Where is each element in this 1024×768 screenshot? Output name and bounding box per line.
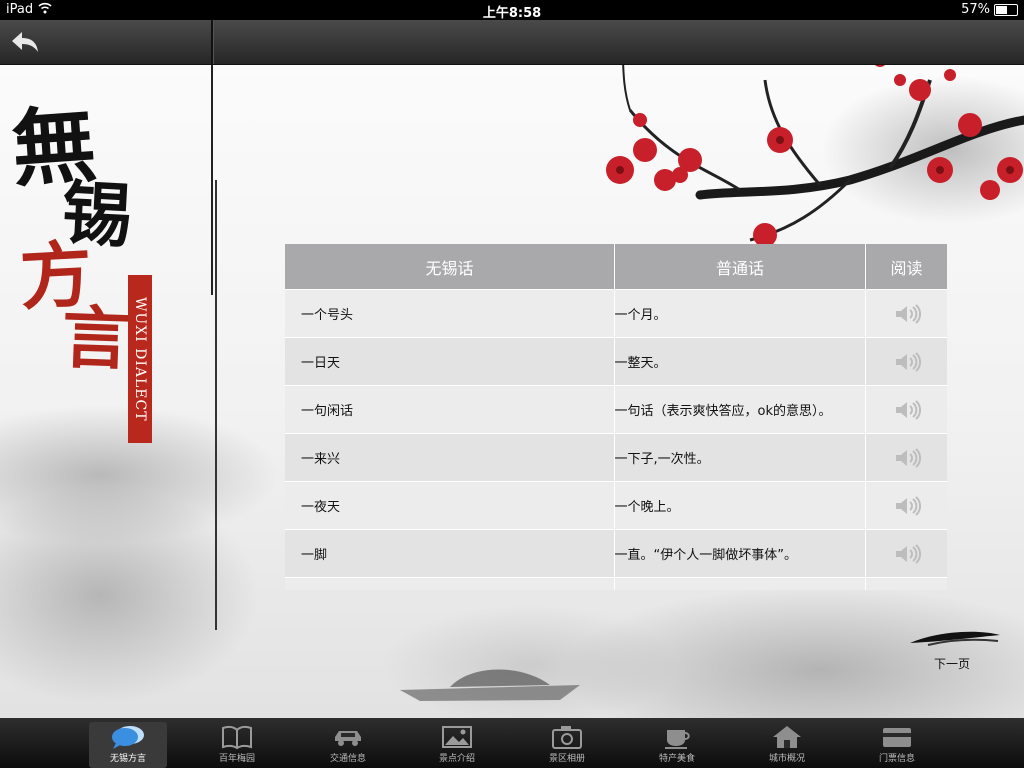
speech-bubble-icon (112, 726, 144, 749)
speaker-icon (895, 303, 921, 324)
header-read: 阅读 (890, 258, 923, 278)
tab-attractions[interactable]: 景点介绍 (418, 722, 496, 768)
table-row: 一夜天 一个晚上。 (285, 481, 947, 529)
tab-bar: 无锡方言 百年梅园 交通信息 景点介绍 景区相册 特产美食 城市概况 门票信息 (0, 718, 1024, 768)
divider-line (215, 180, 217, 630)
tab-label: 门票信息 (878, 754, 915, 764)
speaker-icon (895, 543, 921, 564)
tab-ticket-info[interactable]: 门票信息 (858, 722, 936, 768)
table-body: 一个号头 一个月。 一日天 一整天。 一句闲话 一句话（表示爽快答应，ok的意思… (285, 289, 947, 590)
content-area: 無 锡 方 言 WUXI DIALECT 无锡话 普通话 阅读 一个号头 一个月… (0, 65, 1024, 718)
play-audio-button[interactable] (866, 482, 947, 529)
cell-mandarin: 一句话（表示爽快答应，ok的意思）。 (615, 386, 867, 433)
back-arrow-icon[interactable] (8, 28, 42, 56)
tab-wuxi-dialect[interactable]: 无锡方言 (89, 722, 167, 768)
tab-traffic-info[interactable]: 交通信息 (309, 722, 387, 768)
cell-mandarin: 一整天。 (615, 338, 867, 385)
table-header: 无锡话 普通话 阅读 (285, 244, 947, 289)
tab-label: 景区相册 (548, 754, 585, 764)
speaker-icon (895, 399, 921, 420)
play-audio-button[interactable] (866, 386, 947, 433)
table-row-partial (285, 577, 947, 590)
cell-wuxi (285, 578, 615, 590)
play-audio-button[interactable] (866, 530, 947, 577)
tab-local-food[interactable]: 特产美食 (638, 722, 716, 768)
play-audio-button[interactable] (866, 290, 947, 337)
camera-icon (552, 726, 582, 749)
car-icon (335, 731, 361, 746)
divider-line (211, 65, 213, 295)
cell-read (866, 578, 947, 590)
status-time: 上午8:58 (482, 6, 542, 21)
status-bar: iPad 上午8:58 57% (0, 0, 1024, 21)
table-row: 一脚 一直。“伊个人一脚做坏事体”。 (285, 529, 947, 577)
cell-wuxi: 一个号头 (285, 290, 615, 337)
table-row: 一个号头 一个月。 (285, 289, 947, 337)
cell-wuxi: 一日天 (285, 338, 615, 385)
play-audio-button[interactable] (866, 434, 947, 481)
plum-blossom-branch (606, 65, 1024, 250)
cell-wuxi: 一夜天 (285, 482, 615, 529)
dialect-table: 无锡话 普通话 阅读 一个号头 一个月。 一日天 一整天。 一句闲话 一句话（表… (285, 244, 947, 590)
tab-label: 无锡方言 (109, 754, 146, 764)
battery-level (996, 5, 1007, 14)
tab-label: 交通信息 (329, 754, 366, 764)
tab-city-overview[interactable]: 城市概况 (748, 722, 826, 768)
boat-icon (400, 669, 580, 701)
cell-wuxi: 一句闲话 (285, 386, 615, 433)
cell-mandarin: 一个晚上。 (615, 482, 867, 529)
table-row: 一日天 一整天。 (285, 337, 947, 385)
tab-label: 城市概况 (768, 754, 805, 764)
cell-mandarin: 一直。“伊个人一脚做坏事体”。 (615, 530, 867, 577)
speaker-icon (895, 351, 921, 372)
home-icon (773, 726, 801, 748)
coffee-cup-icon (665, 730, 690, 749)
battery-status: 57% (961, 2, 1018, 17)
book-icon (222, 725, 252, 750)
speaker-icon (895, 495, 921, 516)
header-mandarin: 普通话 (615, 244, 866, 289)
tab-label: 百年梅园 (218, 754, 255, 764)
battery-icon (994, 3, 1018, 16)
ticket-icon (883, 728, 911, 747)
cell-mandarin (615, 578, 867, 590)
speaker-icon (895, 447, 921, 468)
table-row: 一句闲话 一句话（表示爽快答应，ok的意思）。 (285, 385, 947, 433)
header-wuxi: 无锡话 (285, 244, 615, 289)
seal-label: WUXI DIALECT (128, 275, 152, 443)
title-char-4: 言 (60, 297, 132, 381)
tab-photo-album[interactable]: 景区相册 (528, 722, 606, 768)
tab-label: 景点介绍 (438, 754, 475, 764)
tab-plum-garden[interactable]: 百年梅园 (198, 722, 276, 768)
battery-percent: 57% (961, 2, 990, 17)
picture-icon (442, 726, 472, 748)
cell-mandarin: 一下子,一次性。 (615, 434, 867, 481)
navigation-bar (0, 20, 1024, 65)
nav-divider (211, 20, 214, 64)
cell-mandarin: 一个月。 (615, 290, 867, 337)
brush-stroke-icon (910, 631, 1000, 646)
cell-wuxi: 一脚 (285, 530, 615, 577)
next-page-button[interactable]: 下一页 (908, 625, 1008, 675)
cell-wuxi: 一来兴 (285, 434, 615, 481)
play-audio-button[interactable] (866, 338, 947, 385)
tab-label: 特产美食 (658, 754, 695, 764)
table-row: 一来兴 一下子,一次性。 (285, 433, 947, 481)
next-page-label: 下一页 (934, 657, 971, 671)
